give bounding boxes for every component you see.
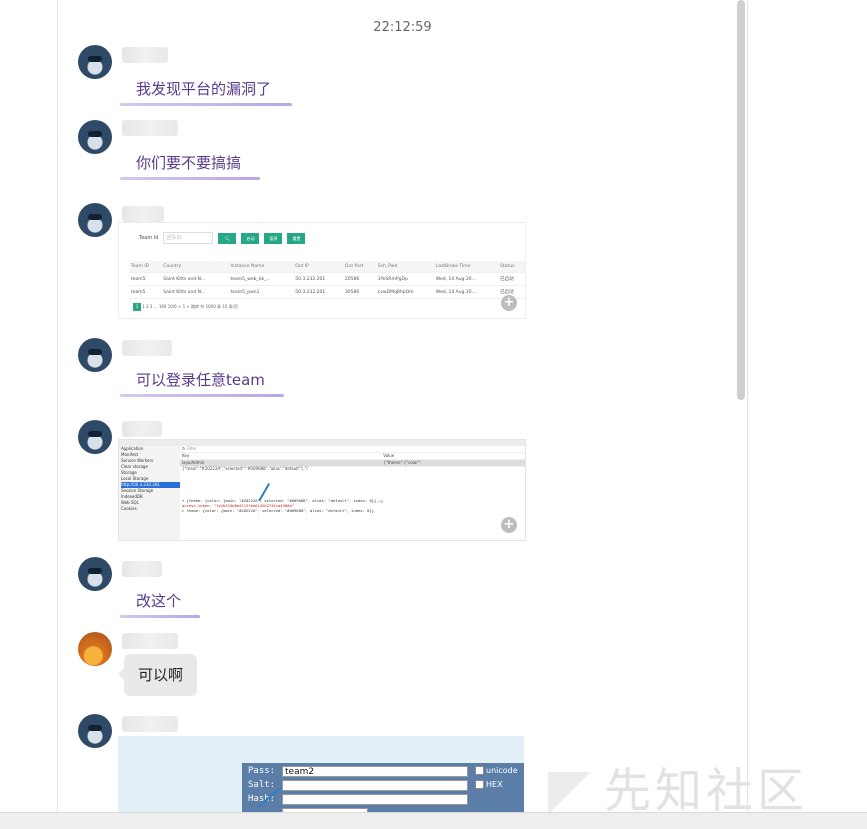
chat-left-border [57, 0, 58, 812]
table-cell: 20586 [342, 272, 376, 286]
avatar[interactable] [78, 714, 112, 748]
sender-name-redacted [122, 561, 162, 577]
message-timestamp: 22:12:59 [373, 20, 432, 35]
table-cell: 50.3.232.201 [293, 285, 343, 299]
filter-input: Filter [186, 446, 197, 451]
devtools-storage-panel: ↻ Filter Key Value layuiAdmin {"theme":{… [180, 446, 525, 540]
table-cell: cvwDMqBhpOm [375, 285, 434, 299]
chat-scrollbar[interactable] [737, 0, 745, 400]
pass-field: team2 [282, 766, 468, 777]
unicode-label: unicode [486, 766, 518, 775]
message-text: 你们要不要搞搞 [136, 154, 242, 172]
value-header: Value [383, 453, 395, 458]
table-row: team5 Saint Kitts and N... team5_web_bk_… [129, 272, 525, 286]
refresh-icon: ↻ [182, 446, 186, 451]
filter-row: ↻ Filter [180, 446, 525, 453]
key-header: Key [182, 453, 190, 458]
salt-label: Salt: [248, 780, 276, 790]
devtools-sidebar: Application Manifest Service Workers Cle… [119, 446, 182, 540]
instance-table: Team ID Country Instance Name Out IP Out… [129, 261, 525, 299]
pager-text: 1 2 3 ... 160 10/6 < 1 > 跳转 共 1600 条 10 … [142, 304, 239, 309]
table-cell: 30586 [342, 285, 376, 299]
console-line: ▸ theme: {color: {main: "#20222A", selec… [182, 508, 375, 513]
sender-name-redacted [122, 421, 162, 437]
salt-field [282, 780, 468, 791]
message-text: 可以登录任意team [136, 371, 265, 389]
sender-name-redacted [122, 47, 168, 63]
message-text: 我发现平台的漏洞了 [136, 80, 272, 98]
watermark: 先知社区 [548, 752, 808, 821]
sender-name-redacted [122, 716, 178, 732]
pause-button: 暂停 [264, 232, 283, 244]
watermark-text: 先知社区 [604, 764, 808, 819]
team-id-label: Team Id [139, 235, 159, 241]
image-message-hash-form[interactable]: Pass: team2 Salt: Hash: unicode HEX [118, 736, 524, 812]
table-header-cell: Ssh_Pwd [375, 261, 434, 273]
avatar[interactable] [78, 557, 112, 591]
table-cell: 50.3.232.201 [293, 272, 343, 286]
zoom-in-icon[interactable]: + [501, 517, 517, 533]
avatar[interactable] [78, 45, 112, 79]
hash-form: Pass: team2 Salt: Hash: unicode HEX [242, 763, 524, 812]
avatar[interactable] [78, 120, 112, 154]
table-cell: Wed, 14 Aug 20... [433, 285, 499, 299]
chat-right-border [747, 0, 748, 812]
sender-name-redacted [122, 120, 178, 136]
message-underline [120, 177, 260, 180]
table-header-cell: Country [161, 261, 229, 273]
table-cell: Saint Kitts and N... [161, 285, 229, 299]
unicode-checkbox [475, 766, 484, 775]
table-header-row: Team ID Country Instance Name Out IP Out… [129, 261, 525, 273]
table-header-cell: Out Port [342, 261, 376, 273]
avatar[interactable] [78, 203, 112, 237]
table-header-cell: Out IP [293, 261, 343, 273]
table-cell: Wed, 14 Aug 20... [433, 272, 499, 286]
table-header-cell: LastBroke Time [433, 261, 499, 273]
image-message-devtools[interactable]: Application Manifest Service Workers Cle… [118, 439, 526, 541]
storage-header-row: Key Value [180, 453, 525, 460]
watermark-logo-icon [548, 771, 596, 818]
hex-label: HEX [486, 780, 503, 789]
sidebar-item: Cookies [121, 506, 137, 511]
table-cell: team5 [129, 272, 162, 286]
current-page: 1 [133, 303, 141, 311]
image-message-instance-table[interactable]: Team Id 团队ID 🔍︎ 启动 暂停 重置 Team ID Country… [118, 222, 526, 319]
hex-option: HEX [475, 780, 503, 789]
message-text: 改这个 [136, 592, 182, 610]
sender-name-redacted [122, 206, 164, 222]
avatar[interactable] [78, 338, 112, 372]
reset-button: 重置 [287, 232, 306, 244]
sender-name-redacted [122, 340, 172, 356]
zoom-in-icon[interactable]: + [501, 295, 517, 311]
message-underline [120, 615, 200, 618]
table-header-cell: Status [498, 261, 525, 273]
table-header-cell: Team ID [129, 261, 162, 273]
storage-row: layuiAdmin {"theme":{"color":{"main":"#2… [180, 460, 525, 471]
table-cell: 3YeSRmPgDp [375, 272, 434, 286]
console-output: ▾ {theme: {color: {main: "#20222A", sele… [182, 498, 383, 513]
search-icon: 🔍︎ [218, 232, 237, 244]
table-cell: team5_web_bk_... [228, 272, 294, 286]
table-cell: team5_pwn1 [228, 285, 294, 299]
avatar[interactable] [78, 420, 112, 454]
table-cell: 已启动 [498, 272, 525, 286]
avatar[interactable] [78, 632, 112, 666]
message-bubble: 可以啊 [117, 654, 198, 696]
table-row: team5 Saint Kitts and N... team5_pwn1 50… [129, 285, 525, 299]
table-cell: team5 [129, 285, 162, 299]
table-header-cell: Instance Name [228, 261, 294, 273]
table-cell: Saint Kitts and N... [161, 272, 229, 286]
sender-name-redacted [122, 633, 178, 649]
unicode-option: unicode [475, 766, 518, 775]
team-id-input: 团队ID [163, 232, 214, 244]
pass-label: Pass: [248, 766, 276, 776]
hash-field [282, 794, 468, 805]
table-toolbar: Team Id 团队ID 🔍︎ 启动 暂停 重置 [139, 232, 306, 244]
start-button: 启动 [241, 232, 260, 244]
message-underline [120, 103, 292, 106]
message-underline [120, 394, 284, 397]
table-pager: 1 1 2 3 ... 160 10/6 < 1 > 跳转 共 1600 条 1… [133, 303, 238, 311]
bottom-input-bar[interactable] [0, 812, 867, 829]
hex-checkbox [475, 780, 484, 789]
